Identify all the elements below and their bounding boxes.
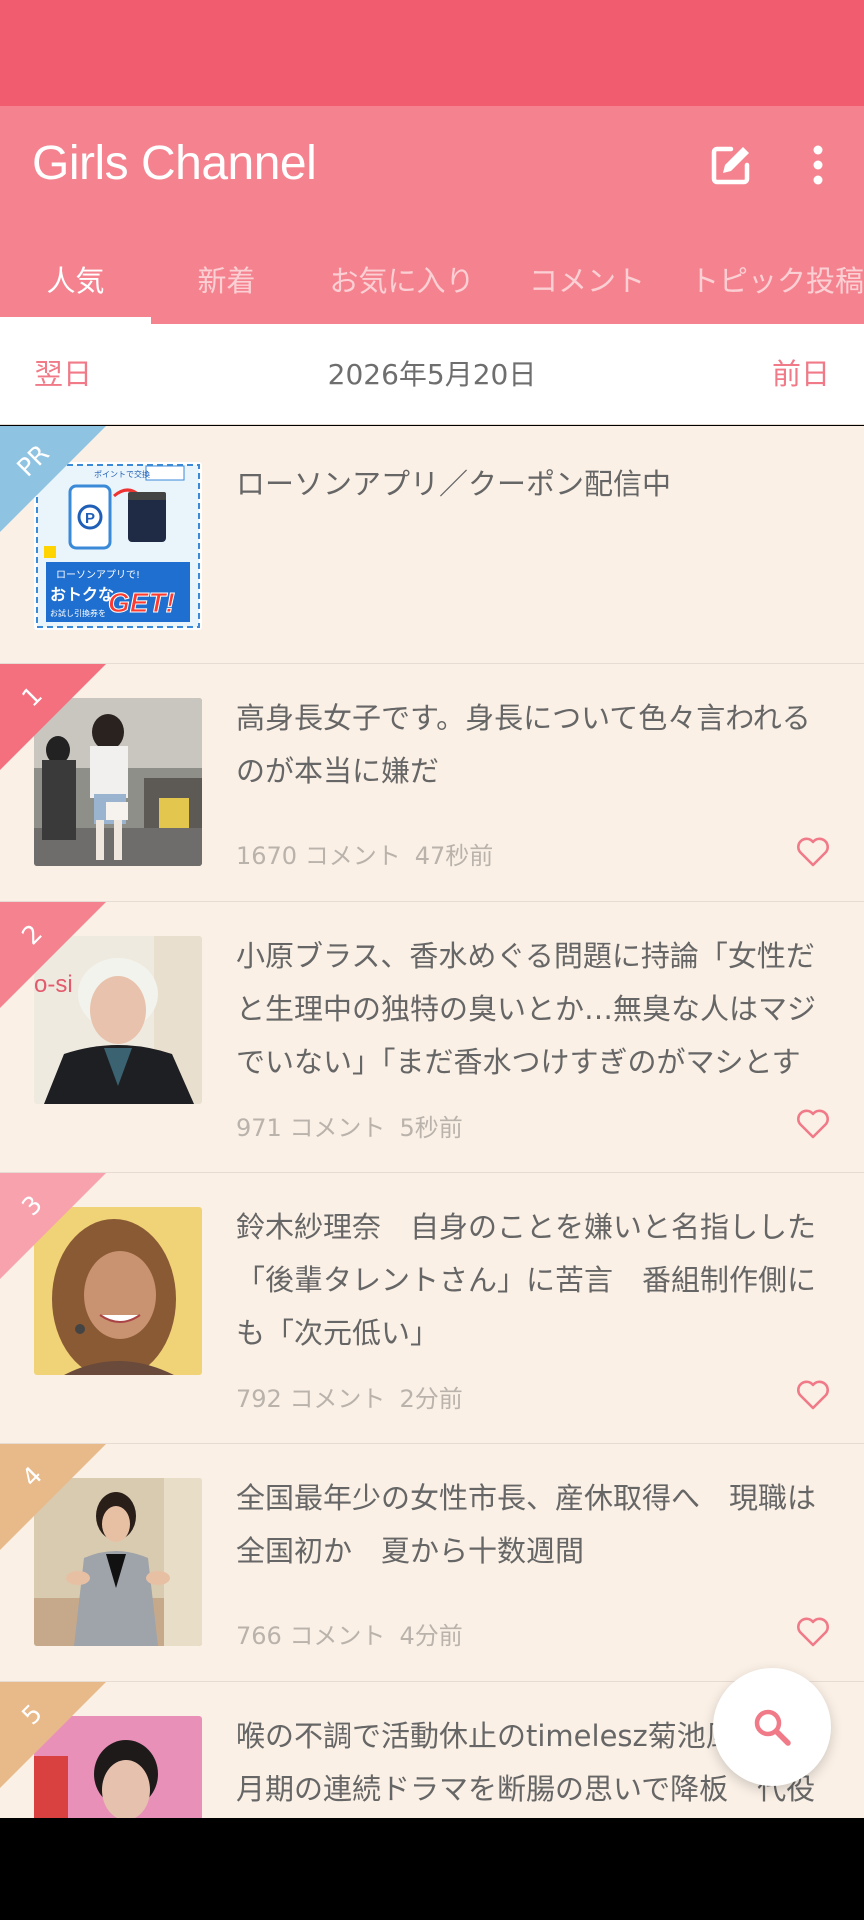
more-options-button[interactable] [786,133,850,197]
comment-count: 792 コメント [236,1385,386,1413]
tab-comments[interactable]: コメント [502,234,672,324]
comment-count: 1670 コメント [236,842,401,870]
list-item[interactable]: 全国最年少の女性市長、産休取得へ 現職は全国初か 夏から十数週間 766 コメン… [0,1444,864,1682]
previous-day-button[interactable]: 前日 [772,324,830,425]
post-time: 2分前 [399,1385,463,1413]
topic-meta: 792 コメント 2分前 [236,1379,477,1414]
tab-favorites[interactable]: お気に入り [302,234,502,324]
topic-meta: 1670 コメント 47秒前 [236,836,507,871]
ad-text-trial: お試し引換券を [50,608,106,618]
post-time: 5秒前 [399,1114,463,1142]
edit-button[interactable] [699,133,763,197]
tab-indicator [0,317,151,324]
list-item[interactable]: 鈴木紗理奈 自身のことを嫌いと名指しした「後輩タレントさん」に苦言 番組制作側に… [0,1173,864,1444]
topic-title: ローソンアプリ／クーポン配信中 [236,467,672,501]
search-button[interactable] [713,1668,831,1786]
search-icon [754,1709,791,1746]
topic-meta: 766 コメント 4分前 [236,1616,477,1651]
topic-title: 全国最年少の女性市長、産休取得へ 現職は全国初か 夏から十数週間 [236,1481,817,1568]
favorite-heart-icon[interactable] [796,1108,830,1140]
rank-ribbon [0,902,106,1008]
more-vertical-icon [813,145,823,185]
ad-text-get: GET! [108,587,175,618]
rank-ribbon [0,1682,106,1788]
tab-bar: 人気 新着 お気に入り コメント トピック投稿 [0,234,864,324]
post-time: 4分前 [399,1622,463,1650]
list-item[interactable]: 高身長女子です。身長について色々言われるのが本当に嫌だ 1670 コメント 47秒… [0,664,864,902]
current-date: 2026年5月20日 [327,358,537,391]
topic-title: 小原ブラス、香水めぐる問題に持論「女性だと生理中の独特の臭いとか…無臭な人はマジ… [236,939,817,1079]
topic-meta: 971 コメント 5秒前 [236,1108,477,1143]
ad-text-lawson: ローソンアプリで! [56,569,140,581]
rank-ribbon [0,1444,106,1550]
date-navigation: 2026年5月20日 翌日 前日 [0,324,864,425]
favorite-heart-icon[interactable] [796,1616,830,1648]
favorite-heart-icon[interactable] [796,1379,830,1411]
next-day-button[interactable]: 翌日 [34,324,92,425]
post-time: 47秒前 [414,842,494,870]
app-bar: Girls Channel 人気 新着 お気に入り コメント トピック投稿 [0,106,864,324]
comment-count: 971 コメント [236,1114,386,1142]
rank-ribbon [0,1173,106,1279]
list-item[interactable]: o-si 小原ブラス、香水めぐる問題に持論「女性だと生理中の独特の臭いとか…無臭… [0,902,864,1173]
tab-new[interactable]: 新着 [151,234,302,324]
topic-list: P ポイントで交換 ローソンアプリで! おトクな お試し引換券を GET! ロー… [0,426,864,1818]
system-navigation-bar [0,1818,864,1920]
favorite-heart-icon[interactable] [796,836,830,868]
tab-popular[interactable]: 人気 [0,234,151,324]
comment-count: 766 コメント [236,1622,386,1650]
ad-text-otoku: おトクな [50,585,114,604]
status-bar [0,0,864,106]
topic-title: 高身長女子です。身長について色々言われるのが本当に嫌だ [236,701,811,788]
topic-title: 鈴木紗理奈 自身のことを嫌いと名指しした「後輩タレントさん」に苦言 番組制作側に… [236,1210,817,1350]
app-title: Girls Channel [32,137,317,190]
edit-icon [711,146,750,185]
rank-ribbon [0,664,106,770]
tab-post-topic[interactable]: トピック投稿 [690,234,864,324]
list-item[interactable]: P ポイントで交換 ローソンアプリで! おトクな お試し引換券を GET! ロー… [0,426,864,664]
